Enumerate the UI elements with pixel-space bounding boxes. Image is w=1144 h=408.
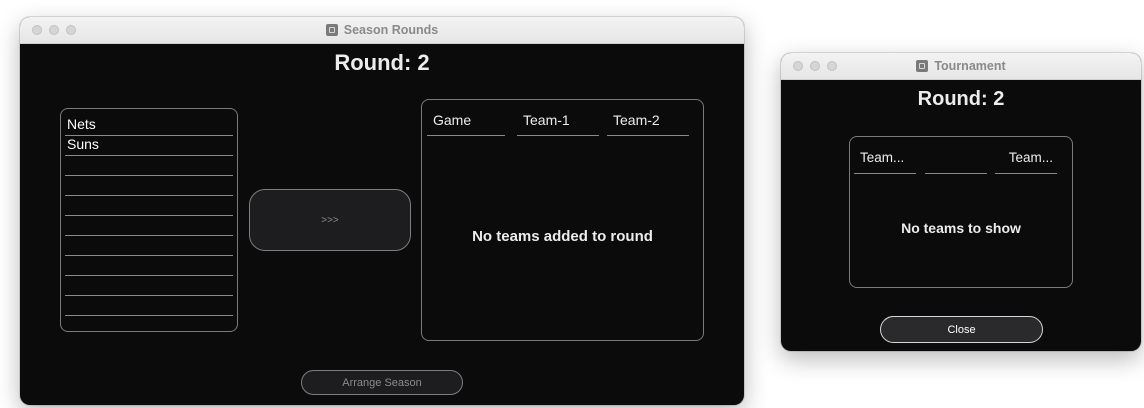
- window-title-group: Tournament: [916, 59, 1006, 73]
- round-title: Round: 2: [917, 88, 1005, 110]
- list-item[interactable]: [65, 255, 233, 276]
- close-window-button[interactable]: [793, 61, 803, 71]
- list-item[interactable]: [65, 215, 233, 236]
- round-games-table: Game Team-1 Team-2 No teams added to rou…: [421, 99, 704, 341]
- list-item[interactable]: [65, 195, 233, 216]
- close-button[interactable]: Close: [880, 316, 1043, 343]
- list-item[interactable]: [65, 175, 233, 196]
- list-item[interactable]: [65, 155, 233, 176]
- close-window-button[interactable]: [32, 25, 42, 35]
- season-rounds-window: Season Rounds Round: 2 Nets Suns >>> Gam…: [20, 17, 744, 405]
- list-item[interactable]: [65, 295, 233, 316]
- round-title: Round: 2: [334, 50, 430, 75]
- column-header-team-a[interactable]: Team...: [854, 137, 916, 174]
- tournament-table: Team... Team... No teams to show: [849, 136, 1073, 288]
- list-item[interactable]: [65, 275, 233, 296]
- column-header-team1[interactable]: Team-1: [517, 100, 599, 136]
- list-item[interactable]: Suns: [65, 135, 233, 156]
- add-to-round-button[interactable]: >>>: [249, 189, 411, 251]
- tournament-titlebar[interactable]: Tournament: [781, 53, 1141, 80]
- zoom-window-button[interactable]: [827, 61, 837, 71]
- arrange-season-button[interactable]: Arrange Season: [301, 370, 463, 395]
- column-header-game[interactable]: Game: [427, 100, 505, 136]
- season-rounds-titlebar[interactable]: Season Rounds: [20, 17, 744, 44]
- tournament-window: Tournament Round: 2 Team... Team... No t…: [781, 53, 1141, 351]
- teams-list[interactable]: Nets Suns: [60, 108, 238, 332]
- minimize-window-button[interactable]: [49, 25, 59, 35]
- column-header-team-b[interactable]: Team...: [995, 137, 1057, 174]
- window-title-group: Season Rounds: [325, 23, 439, 37]
- column-header-middle[interactable]: [925, 137, 987, 174]
- empty-round-message: No teams added to round: [472, 228, 653, 245]
- minimize-window-button[interactable]: [810, 61, 820, 71]
- app-icon: [916, 60, 929, 72]
- list-item[interactable]: Nets: [65, 115, 233, 136]
- app-icon: [325, 24, 338, 36]
- window-controls: [32, 25, 76, 35]
- zoom-window-button[interactable]: [66, 25, 76, 35]
- window-title: Season Rounds: [343, 23, 439, 37]
- column-header-team2[interactable]: Team-2: [607, 100, 689, 136]
- list-item[interactable]: [65, 235, 233, 256]
- window-controls: [793, 61, 837, 71]
- empty-teams-message: No teams to show: [901, 220, 1021, 236]
- window-title: Tournament: [934, 59, 1006, 73]
